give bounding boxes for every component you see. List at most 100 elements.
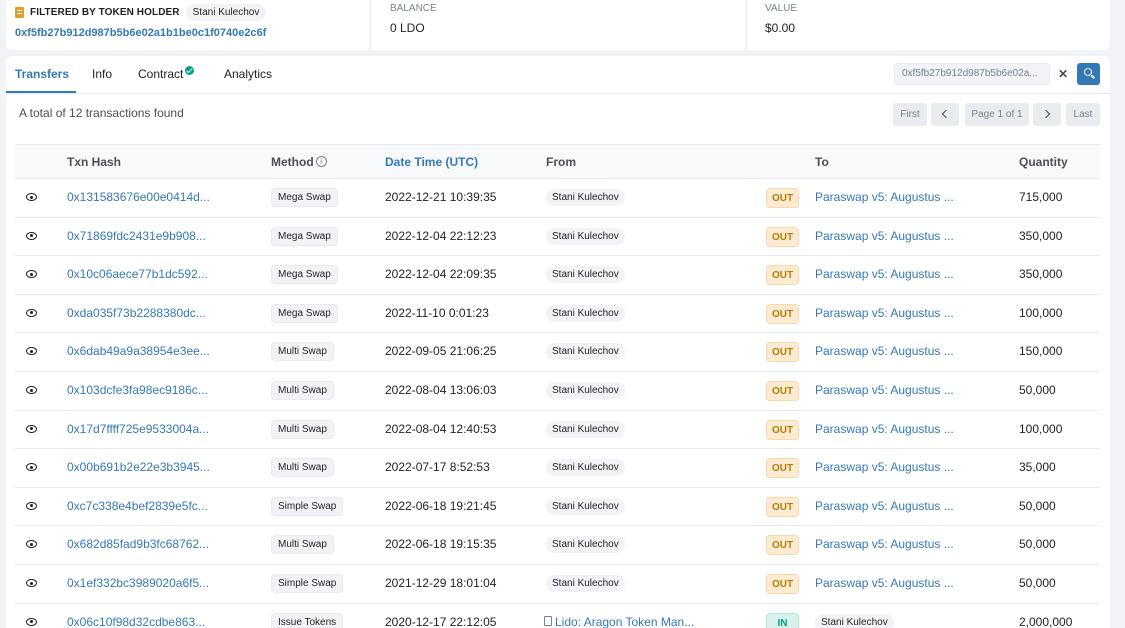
eye-icon[interactable] [26,540,37,549]
page-last-button[interactable]: Last [1066,103,1100,126]
filter-line: FILTERED BY TOKEN HOLDER Stani Kulechov [15,4,267,21]
tab-info[interactable]: Info [92,67,112,81]
quantity: 100,000 [1019,305,1063,320]
value-column: VALUE $0.00 [746,0,1110,50]
txn-hash-link[interactable]: 0x131583676e00e0414d... [67,190,210,204]
eye-icon[interactable] [26,501,37,510]
txn-hash-link[interactable]: 0x682d85fad9b3fc68762... [67,537,209,551]
to-link[interactable]: Paraswap v5: Augustus ... [815,267,954,281]
page-first-button[interactable]: First [893,103,927,126]
to-link[interactable]: Paraswap v5: Augustus ... [815,537,954,551]
quantity: 35,000 [1019,460,1056,475]
quantity: 715,000 [1019,190,1063,204]
active-tab-indicator [6,91,76,93]
direction-badge: OUT [766,303,799,324]
table-row: 0x682d85fad9b3fc68762... Multi Swap 2022-0… [15,526,1100,565]
clear-search-button[interactable]: ✕ [1053,64,1073,84]
eye-icon[interactable] [26,424,37,433]
txn-hash-link[interactable]: 0x71869fdc2431e9b908... [67,229,206,243]
search-button[interactable] [1077,63,1100,85]
date-time: 2022-06-18 19:21:45 [385,498,497,513]
txn-hash-link[interactable]: 0xda035f73b2288380dc... [67,306,206,320]
holder-address-link[interactable]: 0xf5fb27b912d987b5b6e02a1b1be0c1f0740e2c… [15,27,266,39]
from-link[interactable]: Lido: Aragon Token Man... [544,615,694,628]
table-row: 0x17d7ffff725e9533004a... Multi Swap 2022-… [15,411,1100,450]
quantity: 50,000 [1019,537,1056,552]
from-badge[interactable]: Stani Kulechov [546,304,625,322]
to-link[interactable]: Paraswap v5: Augustus ... [815,576,954,590]
to-link[interactable]: Paraswap v5: Augustus ... [815,306,954,320]
txn-hash-link[interactable]: 0x6dab49a9a38954e3ee... [67,344,210,358]
contract-icon [544,616,552,627]
from-badge[interactable]: Stani Kulechov [546,497,625,515]
quantity: 350,000 [1019,267,1063,282]
from-badge[interactable]: Stani Kulechov [546,382,625,399]
table-row: 0x00b691b2e22e3b3945... Multi Swap 2022-07… [15,449,1100,488]
from-badge[interactable]: Stani Kulechov [546,266,625,284]
eye-icon[interactable] [26,347,37,356]
page-indicator: Page 1 of 1 [965,103,1029,126]
direction-badge: OUT [766,458,799,479]
tab-transfers[interactable]: Transfers [15,67,69,81]
txn-hash-link[interactable]: 0x10c06aece77b1dc592... [67,267,208,281]
info-icon[interactable]: i [315,156,327,167]
date-time: 2022-09-05 21:06:25 [385,344,497,359]
method-badge: Simple Swap [271,496,344,516]
date-time: 2022-08-04 12:40:53 [385,421,497,436]
to-link[interactable]: Paraswap v5: Augustus ... [815,422,954,436]
page-prev-button[interactable] [931,103,959,126]
holder-column: FILTERED BY TOKEN HOLDER Stani Kulechov … [6,0,370,50]
col-date-time[interactable]: Date Time (UTC) [385,155,478,169]
eye-icon[interactable] [26,231,37,240]
search-icon [1084,68,1092,76]
address-search-input[interactable]: 0xf5fb27b912d987b5b6e02a... [894,63,1050,85]
tab-analytics[interactable]: Analytics [224,67,272,81]
date-time: 2020-12-17 22:12:05 [385,614,497,628]
from-badge[interactable]: Stani Kulechov [546,459,625,477]
to-link[interactable]: Paraswap v5: Augustus ... [815,383,954,397]
eye-icon[interactable] [26,617,37,626]
token-icon [15,7,24,18]
txn-hash-link[interactable]: 0x06c10f98d32cdbe863... [67,615,205,628]
table-header: Txn Hash Method i Date Time (UTC) From To… [15,144,1100,179]
to-badge[interactable]: Stani Kulechov [815,613,894,628]
page-next-button[interactable] [1033,103,1061,126]
from-badge[interactable]: Stani Kulechov [546,227,625,245]
to-link[interactable]: Paraswap v5: Augustus ... [815,229,954,243]
eye-icon[interactable] [26,270,37,279]
table-row: 0xda035f73b2288380dc... Mega Swap 2022-11-… [15,295,1100,334]
from-badge[interactable]: Stani Kulechov [546,189,625,206]
transactions-count: A total of 12 transactions found [19,106,184,120]
direction-badge: IN [766,612,799,628]
txn-hash-link[interactable]: 0x103dcfe3fa98ec9186c... [67,383,208,397]
to-link[interactable]: Paraswap v5: Augustus ... [815,190,954,204]
from-badge[interactable]: Stani Kulechov [546,575,625,592]
from-badge[interactable]: Stani Kulechov [546,343,625,361]
from-label: Lido: Aragon Token Man... [555,614,695,628]
quantity: 350,000 [1019,228,1063,243]
col-method: Method i [271,155,327,169]
date-time: 2022-11-10 0:01:23 [385,305,489,320]
tab-contract-label: Contract [138,67,184,81]
from-badge[interactable]: Stani Kulechov [546,420,625,438]
txn-hash-link[interactable]: 0x1ef332bc3989020a6f5... [67,576,209,590]
holder-name-badge[interactable]: Stani Kulechov [185,4,267,21]
to-link[interactable]: Paraswap v5: Augustus ... [815,499,954,513]
txn-hash-link[interactable]: 0x17d7ffff725e9533004a... [67,422,209,436]
table-row: 0x06c10f98d32cdbe863... Issue Tokens 2020-… [15,604,1100,628]
method-badge: Multi Swap [271,419,334,439]
col-quantity: Quantity [1019,155,1068,169]
to-link[interactable]: Paraswap v5: Augustus ... [815,344,954,358]
txn-hash-link[interactable]: 0x00b691b2e22e3b3945... [67,460,210,474]
eye-icon[interactable] [26,193,37,201]
eye-icon[interactable] [26,308,37,317]
eye-icon[interactable] [26,386,37,394]
tab-bar: Transfers Info Contract Analytics 0xf5fb… [6,56,1110,94]
tab-contract[interactable]: Contract [138,66,195,81]
eye-icon[interactable] [26,579,37,587]
quantity: 50,000 [1019,498,1056,513]
to-link[interactable]: Paraswap v5: Augustus ... [815,460,954,474]
from-badge[interactable]: Stani Kulechov [546,536,625,554]
txn-hash-link[interactable]: 0xc7c338e4bef2839e5fc... [67,499,208,513]
eye-icon[interactable] [26,463,37,472]
